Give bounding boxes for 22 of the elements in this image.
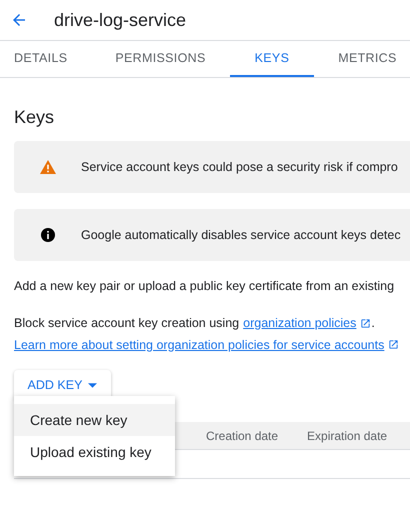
tab[interactable]: KEYS <box>230 41 314 77</box>
description-text: Add a new key pair or upload a public key certificate from an existing <box>14 278 396 295</box>
notice-text: Google automatically disables service account keys detec <box>81 226 401 244</box>
tab[interactable]: METRICS <box>324 41 410 77</box>
page-title: drive-log-service <box>54 8 186 32</box>
policy-text: Block service account key creation using <box>14 314 240 332</box>
warning-icon <box>40 160 56 174</box>
period-text: . <box>371 314 375 332</box>
notice-text: Service account keys could pose a security risk if compro <box>81 158 398 176</box>
tab[interactable]: PERMISSIONS <box>101 41 220 77</box>
menu-item[interactable]: Create new key <box>14 404 175 436</box>
learn-more-link[interactable]: Learn more about setting organization policies for service accounts <box>14 336 384 354</box>
external-link-icon <box>360 318 372 329</box>
policy-link[interactable]: organization policies <box>243 314 356 332</box>
tab[interactable]: DETAILS <box>0 41 92 77</box>
caret-icon <box>88 383 98 388</box>
menu-item[interactable]: Upload existing key <box>14 436 175 468</box>
column-header: Expiration date <box>307 428 388 445</box>
column-header: Creation date <box>206 428 278 445</box>
section-title: Keys <box>14 106 56 129</box>
info-icon <box>40 228 54 242</box>
external-link-icon <box>388 339 400 350</box>
